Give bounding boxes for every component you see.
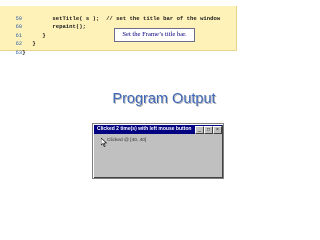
window-title: Clicked 2 time(s) with left mouse button (97, 126, 192, 132)
minimize-button[interactable]: _ (195, 126, 204, 134)
code-line: 60 repaint(); (2, 15, 86, 30)
maximize-button[interactable]: □ (204, 126, 213, 134)
code-text: } (22, 49, 26, 56)
callout-annotation: Set the Frame’s title bar. (114, 28, 195, 42)
code-line: 63} (2, 41, 25, 56)
click-coordinates-text: Clicked @ [40, 40] (107, 138, 147, 143)
program-output-heading: Program Output (112, 91, 216, 107)
code-line: 61 } (2, 24, 45, 39)
output-window: Clicked 2 time(s) with left mouse button… (92, 123, 224, 179)
window-client-area[interactable]: Clicked @ [40, 40] (95, 135, 221, 176)
code-line: 59 setTitle( s ); // set the title bar o… (2, 7, 220, 22)
close-button[interactable]: × (213, 126, 222, 134)
window-titlebar[interactable]: Clicked 2 time(s) with left mouse button… (94, 125, 222, 134)
code-line: 62 } (2, 32, 35, 47)
